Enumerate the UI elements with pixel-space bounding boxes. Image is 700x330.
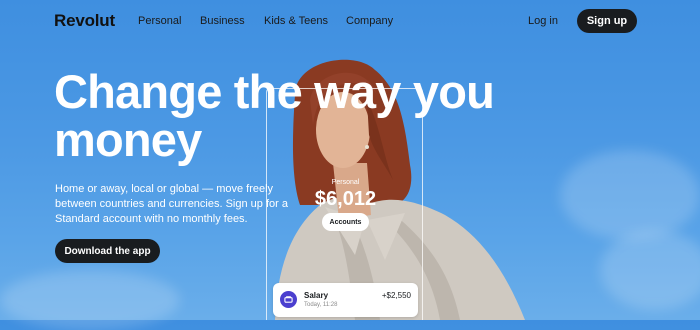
account-label: Personal xyxy=(331,179,360,186)
transaction-name: Salary xyxy=(304,291,329,300)
cloud-decoration xyxy=(0,270,180,330)
nav-link-personal[interactable]: Personal xyxy=(138,15,181,27)
hero-title: Change the way you money xyxy=(54,68,534,164)
hero-title-line-1: Change the way you xyxy=(54,65,495,118)
nav-link-kids-teens[interactable]: Kids & Teens xyxy=(264,15,328,27)
hero-subtitle: Home or away, local or global — move fre… xyxy=(55,183,288,225)
nav-link-company[interactable]: Company xyxy=(346,15,393,27)
login-link[interactable]: Log in xyxy=(528,15,558,27)
hero-title-line-2: money xyxy=(54,113,202,166)
transaction-time: Today, 11:28 xyxy=(304,302,338,308)
transaction-amount: +$2,550 xyxy=(381,291,411,300)
revolut-logo[interactable]: Revolut xyxy=(54,11,115,31)
salary-icon xyxy=(280,291,297,308)
cloud-decoration xyxy=(600,230,700,310)
balance-amount: $6,012 xyxy=(314,188,377,210)
download-app-button[interactable]: Download the app xyxy=(55,239,160,263)
cloud-decoration xyxy=(560,150,700,240)
accounts-button[interactable]: Accounts xyxy=(322,213,369,231)
nav-link-business[interactable]: Business xyxy=(200,15,245,27)
top-navigation: Revolut Personal Business Kids & Teens C… xyxy=(0,0,700,42)
transaction-card: Salary Today, 11:28 +$2,550 xyxy=(273,283,418,317)
signup-button[interactable]: Sign up xyxy=(577,9,637,33)
